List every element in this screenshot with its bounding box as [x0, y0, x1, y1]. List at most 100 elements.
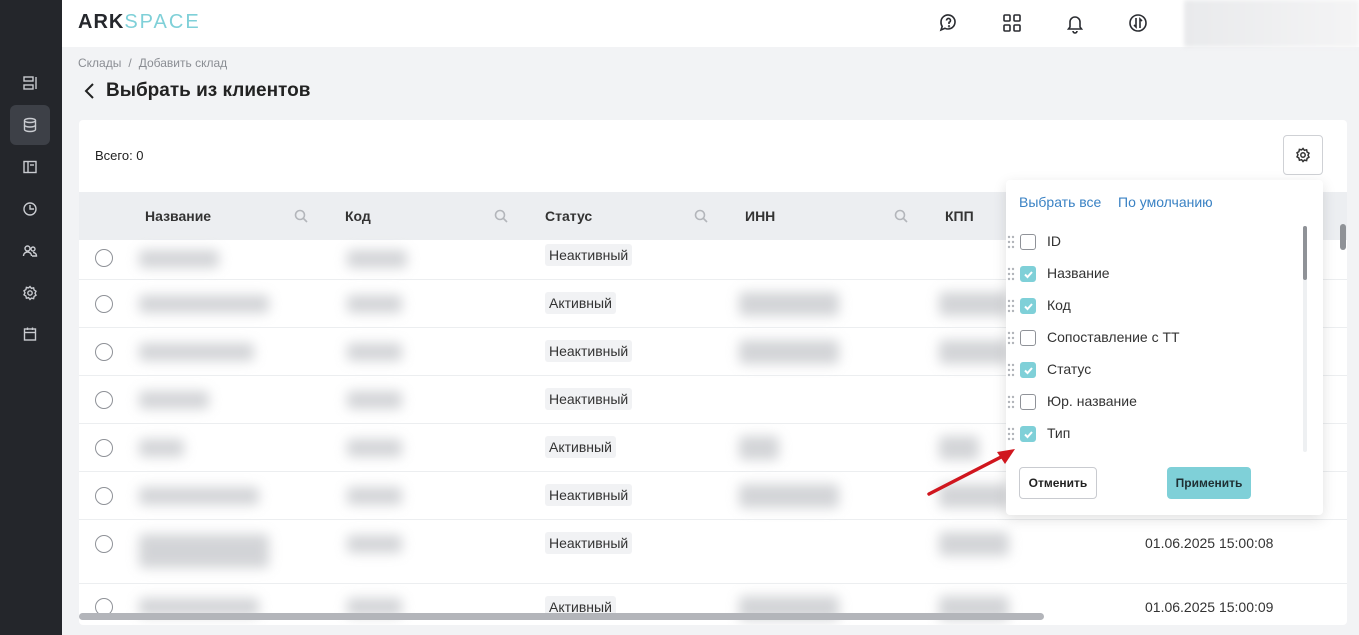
column-option-label: Юр. название — [1047, 393, 1137, 409]
logo[interactable]: ARKSPACE — [78, 11, 201, 34]
sidebar-item-database[interactable] — [10, 105, 50, 145]
drag-handle-icon[interactable] — [1007, 267, 1015, 281]
search-icon — [894, 209, 908, 223]
back-button[interactable] — [82, 82, 98, 100]
redacted-inn — [739, 340, 839, 364]
row-select-radio[interactable] — [95, 391, 113, 409]
column-option-label: ID — [1047, 233, 1061, 249]
column-header-name[interactable]: Название — [145, 208, 211, 224]
chevron-left-icon — [84, 83, 94, 99]
column-settings-button[interactable] — [1283, 135, 1323, 175]
column-checkbox[interactable] — [1020, 298, 1036, 314]
redacted-code — [347, 295, 402, 313]
column-option-label: Статус — [1047, 361, 1092, 377]
logo-part2: SPACE — [124, 11, 201, 33]
column-checkbox[interactable] — [1020, 266, 1036, 282]
column-checkbox[interactable] — [1020, 394, 1036, 410]
row-select-radio[interactable] — [95, 487, 113, 505]
redacted-kpp — [939, 532, 1009, 556]
sidebar-item-list[interactable] — [10, 63, 50, 103]
table-row[interactable]: Неактивный 01.06.2025 15:00:08 — [79, 520, 1347, 584]
sidebar-item-reports[interactable] — [10, 189, 50, 229]
sidebar-item-layout[interactable] — [10, 147, 50, 187]
apps-button[interactable] — [999, 10, 1025, 36]
default-link[interactable]: По умолчанию — [1118, 194, 1213, 210]
redacted-name — [139, 439, 184, 457]
checkmark-icon — [1023, 302, 1033, 310]
status-badge: Неактивный — [545, 484, 633, 506]
drag-handle-icon[interactable] — [1007, 395, 1015, 409]
drag-handle-icon[interactable] — [1007, 427, 1015, 441]
apply-button[interactable]: Применить — [1167, 467, 1251, 499]
breadcrumb-item-add-warehouse[interactable]: Добавить склад — [139, 56, 227, 70]
sidebar-item-calendar[interactable] — [10, 314, 50, 354]
column-search-status[interactable] — [694, 209, 708, 223]
column-option-status[interactable]: Статус — [1006, 354, 1306, 386]
user-profile[interactable] — [1184, 0, 1359, 47]
layout-icon — [23, 160, 37, 174]
column-option-name[interactable]: Название — [1006, 258, 1306, 290]
column-header-kpp[interactable]: КПП — [945, 208, 974, 224]
column-header-inn[interactable]: ИНН — [745, 208, 775, 224]
drag-handle-icon[interactable] — [1007, 235, 1015, 249]
drag-handle-icon[interactable] — [1007, 363, 1015, 377]
checkmark-icon — [1023, 430, 1033, 438]
column-checkbox[interactable] — [1020, 362, 1036, 378]
redacted-name — [139, 487, 259, 505]
row-select-radio[interactable] — [95, 439, 113, 457]
column-option-id[interactable]: ID — [1006, 226, 1306, 258]
column-option-label: Тип — [1047, 425, 1071, 441]
horizontal-scrollbar[interactable] — [79, 613, 1044, 620]
status-badge: Неактивный — [545, 388, 633, 410]
redacted-code — [347, 250, 407, 268]
created-date: 01.06.2025 15:00:08 — [1145, 535, 1274, 551]
row-select-radio[interactable] — [95, 249, 113, 267]
status-badge: Активный — [545, 436, 616, 458]
column-checkbox[interactable] — [1020, 330, 1036, 346]
breadcrumb-item-warehouses[interactable]: Склады — [78, 56, 121, 70]
column-checkbox[interactable] — [1020, 234, 1036, 250]
support-button[interactable] — [936, 10, 962, 36]
top-header: ARKSPACE — [62, 0, 1359, 47]
column-settings-dropdown: Выбрать все По умолчанию ID Название Код… — [1006, 180, 1323, 515]
bell-icon — [1066, 16, 1084, 34]
row-select-radio[interactable] — [95, 343, 113, 361]
column-option-code[interactable]: Код — [1006, 290, 1306, 322]
list-icon — [23, 76, 37, 90]
column-search-inn[interactable] — [894, 209, 908, 223]
redacted-kpp — [939, 340, 1009, 364]
exchange-button[interactable] — [1125, 10, 1151, 36]
select-all-link[interactable]: Выбрать все — [1019, 194, 1101, 210]
column-header-code[interactable]: Код — [345, 208, 371, 224]
cancel-button[interactable]: Отменить — [1019, 467, 1097, 499]
drag-handle-icon[interactable] — [1007, 299, 1015, 313]
sidebar — [0, 0, 62, 635]
column-option-legal-name[interactable]: Юр. название — [1006, 386, 1306, 418]
column-search-code[interactable] — [494, 209, 508, 223]
column-checkbox[interactable] — [1020, 426, 1036, 442]
redacted-name — [139, 391, 209, 409]
chat-question-icon — [939, 14, 956, 32]
clock-icon — [23, 202, 37, 216]
column-header-status[interactable]: Статус — [545, 208, 592, 224]
sidebar-item-users[interactable] — [10, 231, 50, 271]
notifications-button[interactable] — [1062, 10, 1088, 36]
breadcrumb: Склады / Добавить склад — [78, 56, 227, 70]
row-select-radio[interactable] — [95, 535, 113, 553]
vertical-scrollbar[interactable] — [1340, 224, 1346, 250]
row-select-radio[interactable] — [95, 295, 113, 313]
column-search-name[interactable] — [294, 209, 308, 223]
status-badge: Неактивный — [545, 532, 633, 554]
sidebar-item-settings[interactable] — [10, 273, 50, 313]
created-date: 01.06.2025 15:00:09 — [1145, 599, 1274, 615]
redacted-inn — [739, 292, 839, 316]
column-option-tt-mapping[interactable]: Сопоставление с ТТ — [1006, 322, 1306, 354]
drag-handle-icon[interactable] — [1007, 331, 1015, 345]
column-option-label: Сопоставление с ТТ — [1047, 329, 1180, 345]
grid-icon — [1003, 14, 1021, 32]
status-badge: Активный — [545, 292, 616, 314]
status-badge: Неактивный — [545, 340, 633, 362]
annotation-arrow — [927, 449, 1015, 496]
exchange-icon — [1129, 14, 1147, 32]
column-option-type[interactable]: Тип — [1006, 418, 1306, 450]
